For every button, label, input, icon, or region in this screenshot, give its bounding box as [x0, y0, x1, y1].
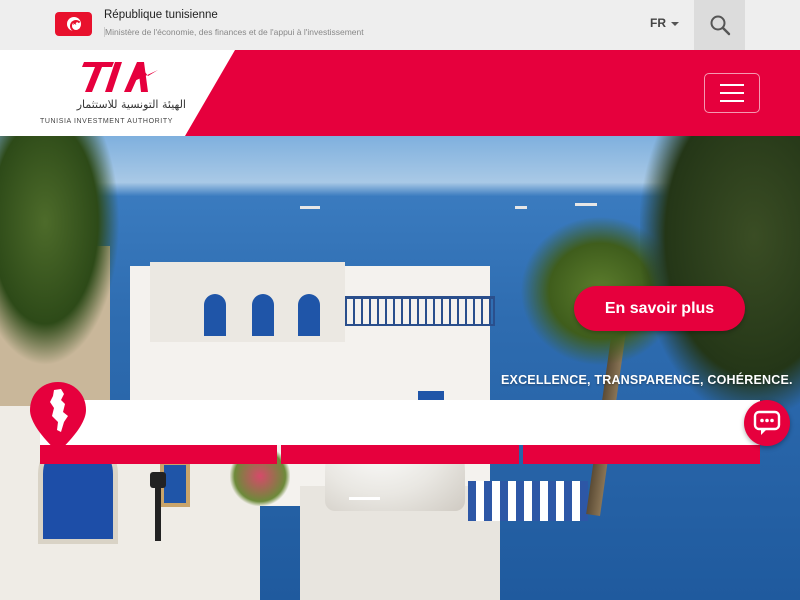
- carousel-indicator-active[interactable]: [349, 497, 380, 500]
- hero-tagline: EXCELLENCE, TRANSPARENCE, COHÉRENCE.: [501, 373, 793, 387]
- hero-photo-railing: [345, 296, 495, 326]
- hamburger-line: [720, 92, 744, 94]
- hero-photo-window: [298, 294, 320, 336]
- hero-photo-window: [204, 294, 226, 336]
- hero-photo-lamp-post: [155, 481, 161, 541]
- hero-carousel[interactable]: En savoir plus EXCELLENCE, TRANSPARENCE,…: [0, 136, 800, 600]
- learn-more-button[interactable]: En savoir plus: [574, 286, 745, 331]
- search-button[interactable]: [694, 0, 745, 50]
- tia-logo-mark-icon: [82, 62, 158, 92]
- ship: [575, 203, 597, 206]
- site-header: الهيئة التونسية للاستثمار TUNISIA INVEST…: [0, 50, 800, 136]
- quick-link-tab[interactable]: [281, 445, 519, 464]
- hero-photo-awning: [468, 481, 588, 521]
- logo-arabic-name: الهيئة التونسية للاستثمار: [76, 98, 186, 111]
- language-label: FR: [650, 16, 666, 30]
- logo-english-name: TUNISIA INVESTMENT AUTHORITY: [40, 118, 173, 125]
- quick-links-panel: [40, 400, 760, 445]
- chat-button[interactable]: [744, 400, 790, 446]
- hamburger-menu-button[interactable]: [704, 73, 760, 113]
- tunisia-map-pin-icon: [30, 382, 86, 452]
- chevron-down-icon: [671, 21, 679, 26]
- quick-link-tab[interactable]: [522, 445, 760, 464]
- chat-bubble-icon: [753, 410, 781, 435]
- hamburger-line: [720, 100, 744, 102]
- search-icon: [710, 15, 730, 36]
- tunisia-map-button[interactable]: [28, 380, 88, 454]
- tia-logo[interactable]: الهيئة التونسية للاستثمار TUNISIA INVEST…: [40, 58, 190, 132]
- language-selector[interactable]: FR: [650, 16, 679, 30]
- hamburger-menu-icon: [720, 84, 744, 86]
- government-identity: République tunisienne Ministère de l'éco…: [104, 9, 364, 37]
- gov-subtitle: Ministère de l'économie, des finances et…: [104, 27, 364, 37]
- gov-title: République tunisienne: [104, 9, 218, 21]
- tunisia-flag-icon: [55, 12, 92, 36]
- hero-photo-window: [252, 294, 274, 336]
- hero-photo-tree: [0, 136, 120, 366]
- ship: [300, 206, 320, 209]
- government-topbar: République tunisienne Ministère de l'éco…: [0, 0, 800, 50]
- ship: [515, 206, 527, 209]
- quick-links-tabs: [40, 445, 760, 464]
